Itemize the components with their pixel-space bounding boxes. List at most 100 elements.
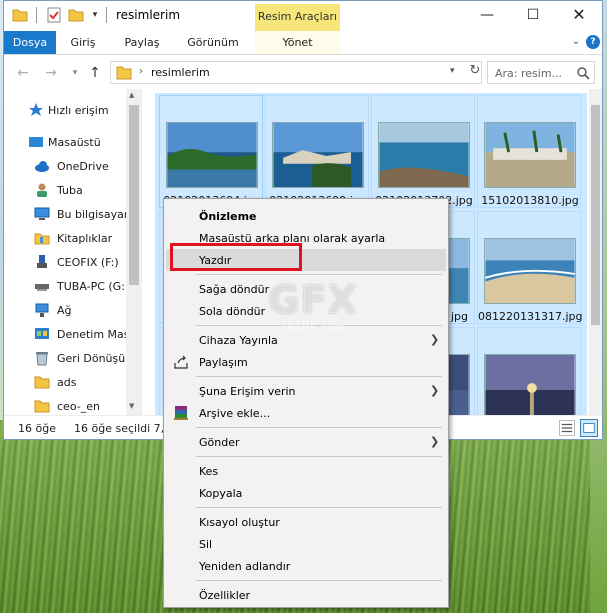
picture-tools-context-tab: Resim Araçları <box>255 4 340 31</box>
quick-access-dropdown-icon[interactable]: ▾ <box>90 9 100 25</box>
menu-item-label: Şuna Erişim verin <box>199 385 296 398</box>
tab-manage[interactable]: Yönet <box>255 31 340 54</box>
large-icons-view-icon[interactable] <box>580 419 598 437</box>
minimize-button[interactable]: — <box>464 1 510 31</box>
image-thumbnail <box>484 354 576 415</box>
maximize-button[interactable]: ☐ <box>510 1 556 31</box>
menu-item-label: Önizleme <box>199 210 257 223</box>
menu-item-rotate-left[interactable]: Sola döndür <box>166 300 446 322</box>
tab-home[interactable]: Giriş <box>60 31 106 54</box>
expand-ribbon-icon[interactable]: ⌄ <box>570 36 582 48</box>
file-list-scrollbar[interactable] <box>589 89 602 415</box>
nav-item-control-panel[interactable]: Denetim Mas <box>4 323 130 345</box>
menu-separator <box>196 376 442 377</box>
nav-item-desktop[interactable]: Masaüstü <box>4 131 129 153</box>
nav-item-folder-ads[interactable]: ads <box>4 371 129 393</box>
scroll-down-icon[interactable]: ▼ <box>129 402 134 410</box>
menu-item-copy[interactable]: Kopyala <box>166 482 446 504</box>
menu-item-preview[interactable]: Önizleme <box>166 205 446 227</box>
file-name: 15102013810.jpg <box>481 194 579 207</box>
nav-item-label: Kitaplıklar <box>57 232 113 245</box>
address-bar[interactable]: › resimlerim ▾ ↻ <box>110 61 482 84</box>
tab-share[interactable]: Paylaş <box>116 31 168 54</box>
help-icon[interactable]: ? <box>586 35 600 49</box>
breadcrumb-current[interactable]: resimlerim <box>151 66 210 79</box>
menu-item-cast-to-device[interactable]: Cihaza Yayınla ❯ <box>166 329 446 351</box>
nav-item-label: CEOFIX (F:) <box>57 256 119 269</box>
star-icon <box>29 103 43 116</box>
control-panel-icon <box>35 328 49 339</box>
nav-pane-scrollbar[interactable]: ▲ ▼ <box>126 89 142 415</box>
new-folder-icon[interactable] <box>68 7 84 23</box>
menu-item-label: Özellikler <box>199 589 251 602</box>
file-tile[interactable]: 15102013810.jpg <box>477 95 581 208</box>
menu-item-create-shortcut[interactable]: Kısayol oluştur <box>166 511 446 533</box>
menu-item-share[interactable]: Paylaşım <box>166 351 446 373</box>
back-arrow-icon[interactable]: ← <box>14 64 32 82</box>
nav-item-label: TUBA-PC (G: <box>57 280 125 293</box>
user-icon <box>37 183 47 197</box>
close-button[interactable]: ✕ <box>556 1 602 31</box>
address-dropdown-icon[interactable]: ▾ <box>450 66 455 76</box>
folder-icon[interactable] <box>12 7 28 23</box>
file-name: 081220131317.jpg <box>478 310 582 323</box>
menu-item-cut[interactable]: Kes <box>166 460 446 482</box>
folder-icon <box>116 66 132 80</box>
nav-item-libraries[interactable]: Kitaplıklar <box>4 227 129 249</box>
menu-separator <box>196 274 442 275</box>
menu-item-label: Sağa döndür <box>199 283 270 296</box>
menu-item-send-to[interactable]: Gönder ❯ <box>166 431 446 453</box>
nav-item-label: Ağ <box>57 304 72 317</box>
nav-item-folder-ceo-en[interactable]: ceo-_en <box>4 395 129 415</box>
menu-item-label: Kes <box>199 465 219 478</box>
file-tile[interactable] <box>477 327 581 415</box>
tab-file[interactable]: Dosya <box>4 31 56 54</box>
nav-item-this-pc[interactable]: Bu bilgisayar <box>4 203 129 225</box>
nav-item-network-drive[interactable]: TUBA-PC (G: <box>4 275 129 297</box>
search-input[interactable]: Ara: resim... <box>487 61 595 84</box>
file-tile[interactable]: 02102013694.jpg <box>159 95 263 208</box>
file-tile[interactable]: 02102013702.jpg <box>371 95 475 208</box>
details-view-icon[interactable] <box>559 420 575 436</box>
nav-pane-scroll-thumb[interactable] <box>129 105 139 285</box>
nav-item-network[interactable]: Ağ <box>4 299 129 321</box>
recent-locations-dropdown-icon[interactable]: ▾ <box>66 64 84 82</box>
menu-item-rename[interactable]: Yeniden adlandır <box>166 555 446 577</box>
menu-item-properties[interactable]: Özellikler <box>166 584 446 606</box>
menu-item-label: Kısayol oluştur <box>199 516 280 529</box>
tab-view[interactable]: Görünüm <box>178 31 248 54</box>
file-tile[interactable]: 081220131317.jpg <box>477 211 582 324</box>
folder-icon <box>34 376 50 389</box>
library-icon <box>34 233 50 245</box>
nav-item-label: Denetim Mas <box>57 328 130 341</box>
title-bar: ▾ resimlerim Resim Araçları — ☐ ✕ <box>4 1 602 31</box>
forward-arrow-icon[interactable]: → <box>42 64 60 82</box>
menu-item-label: Arşive ekle... <box>199 407 271 420</box>
usb-drive-icon <box>37 255 47 268</box>
nav-item-label: Bu bilgisayar <box>57 208 129 221</box>
scroll-up-icon[interactable]: ▲ <box>129 91 134 99</box>
file-tile[interactable]: 02102013699.jpg <box>265 95 369 208</box>
menu-item-add-to-archive[interactable]: Arşive ekle... <box>166 402 446 424</box>
nav-item-user[interactable]: Tuba <box>4 179 129 201</box>
refresh-icon[interactable]: ↻ <box>467 63 483 81</box>
menu-item-rotate-right[interactable]: Sağa döndür <box>166 278 446 300</box>
search-icon[interactable] <box>576 66 590 80</box>
menu-item-give-access-to[interactable]: Şuna Erişim verin ❯ <box>166 380 446 402</box>
properties-check-icon[interactable] <box>46 7 62 23</box>
nav-item-quick-access[interactable]: Hızlı erişim <box>4 99 129 121</box>
up-arrow-icon[interactable]: ↑ <box>86 64 104 82</box>
menu-separator <box>196 325 442 326</box>
menu-item-delete[interactable]: Sil <box>166 533 446 555</box>
file-list-scroll-thumb[interactable] <box>591 105 600 325</box>
nav-item-recycle-bin[interactable]: Geri Dönüşür <box>4 347 130 369</box>
address-row: ← → ▾ ↑ › resimlerim ▾ ↻ Ara: resim... <box>4 57 602 89</box>
item-count: 16 öğe <box>18 422 56 435</box>
ribbon-tabs: Dosya Giriş Paylaş Görünüm Yönet ⌄ ? <box>4 31 602 55</box>
nav-item-label: Geri Dönüşür <box>57 352 130 365</box>
submenu-arrow-icon: ❯ <box>430 333 440 346</box>
nav-item-onedrive[interactable]: OneDrive <box>4 155 129 177</box>
nav-item-usb-drive[interactable]: CEOFIX (F:) <box>4 251 129 273</box>
breadcrumb-chevron-icon[interactable]: › <box>139 66 143 77</box>
menu-item-label: Paylaşım <box>199 356 248 369</box>
